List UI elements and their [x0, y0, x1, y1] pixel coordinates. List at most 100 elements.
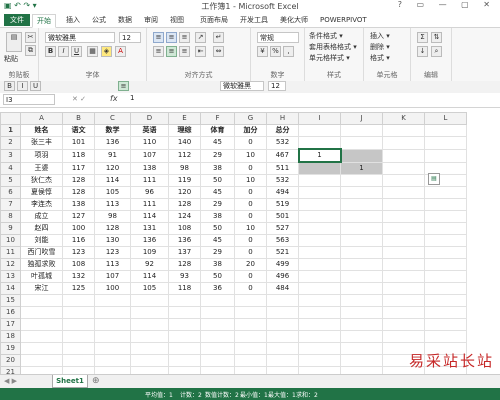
- cell[interactable]: 111: [130, 198, 169, 211]
- cell[interactable]: 110: [130, 136, 169, 150]
- cell[interactable]: [94, 318, 131, 331]
- tab-home[interactable]: 开始: [32, 14, 56, 28]
- cell[interactable]: 467: [266, 148, 299, 163]
- copy-icon[interactable]: ⧉: [25, 45, 36, 56]
- cell[interactable]: 92: [130, 258, 169, 271]
- cell[interactable]: [234, 342, 267, 355]
- cell[interactable]: [382, 234, 425, 247]
- cell[interactable]: [424, 222, 467, 235]
- cell[interactable]: [20, 318, 63, 331]
- column-header[interactable]: F: [200, 112, 235, 125]
- cell[interactable]: [200, 354, 235, 367]
- row-header[interactable]: 12: [0, 258, 21, 271]
- row-header[interactable]: 10: [0, 234, 21, 247]
- cell[interactable]: [130, 294, 169, 307]
- cell[interactable]: 113: [94, 258, 131, 271]
- cell[interactable]: [340, 246, 383, 259]
- cell[interactable]: 10: [234, 174, 267, 187]
- cell[interactable]: 521: [266, 246, 299, 259]
- cell[interactable]: [424, 318, 467, 331]
- cell[interactable]: 29: [200, 198, 235, 211]
- cell[interactable]: [20, 366, 63, 374]
- format-font-select[interactable]: 微软雅黑: [220, 81, 264, 91]
- bold-icon[interactable]: B: [45, 46, 56, 57]
- cell[interactable]: [424, 210, 467, 223]
- cell[interactable]: 496: [266, 270, 299, 283]
- formula-input[interactable]: 1: [130, 94, 134, 102]
- font-color-icon[interactable]: A: [115, 46, 126, 57]
- cell[interactable]: 成立: [20, 210, 63, 223]
- cell[interactable]: [298, 136, 341, 150]
- cell[interactable]: 10: [234, 148, 267, 163]
- cell[interactable]: [340, 148, 383, 163]
- underline-icon[interactable]: U: [71, 46, 82, 57]
- column-header[interactable]: H: [266, 112, 299, 125]
- cell[interactable]: 108: [168, 222, 201, 235]
- cell[interactable]: [130, 354, 169, 367]
- cell[interactable]: 128: [62, 186, 95, 199]
- column-header[interactable]: J: [340, 112, 383, 125]
- row-header[interactable]: 15: [0, 294, 21, 307]
- cell[interactable]: [382, 222, 425, 235]
- cell[interactable]: [382, 318, 425, 331]
- cell[interactable]: [200, 306, 235, 319]
- cell[interactable]: 西门吹雪: [20, 246, 63, 259]
- add-sheet-icon[interactable]: ⊕: [92, 376, 100, 386]
- cell[interactable]: 108: [62, 258, 95, 271]
- cell[interactable]: 123: [62, 246, 95, 259]
- cell[interactable]: [340, 342, 383, 355]
- align-right-icon[interactable]: ≡: [179, 46, 190, 57]
- cell[interactable]: 狄仁杰: [20, 174, 63, 187]
- cell[interactable]: 29: [200, 246, 235, 259]
- cell[interactable]: [340, 210, 383, 223]
- cell[interactable]: 114: [130, 270, 169, 283]
- row-header[interactable]: 20: [0, 354, 21, 367]
- cell[interactable]: [340, 282, 383, 295]
- cell[interactable]: 91: [94, 148, 131, 163]
- cell[interactable]: 125: [62, 282, 95, 295]
- cell[interactable]: [382, 136, 425, 150]
- cell[interactable]: 132: [62, 270, 95, 283]
- cell[interactable]: 赵四: [20, 222, 63, 235]
- cell[interactable]: [382, 306, 425, 319]
- cell[interactable]: [266, 330, 299, 343]
- cell[interactable]: [298, 366, 341, 374]
- cell[interactable]: [340, 270, 383, 283]
- cell[interactable]: [382, 161, 425, 175]
- cancel-enter-icons[interactable]: ✕ ✓: [72, 95, 86, 103]
- border-icon[interactable]: ▦: [87, 46, 98, 57]
- cell[interactable]: 112: [168, 148, 201, 163]
- format-as-table-button[interactable]: 套用表格格式 ▾: [309, 42, 357, 52]
- tab-page-layout[interactable]: 页面布局: [196, 14, 232, 26]
- cell[interactable]: 105: [94, 186, 131, 199]
- cell[interactable]: 499: [266, 258, 299, 271]
- cell[interactable]: 20: [234, 258, 267, 271]
- column-header[interactable]: D: [130, 112, 169, 125]
- cell[interactable]: [340, 306, 383, 319]
- cell[interactable]: [234, 366, 267, 374]
- orientation-icon[interactable]: ↗: [195, 32, 206, 43]
- cell[interactable]: 116: [62, 234, 95, 247]
- cell[interactable]: [298, 354, 341, 367]
- cell[interactable]: [298, 294, 341, 307]
- cell[interactable]: [424, 186, 467, 199]
- cell[interactable]: [168, 342, 201, 355]
- delete-cells-button[interactable]: 删除 ▾: [370, 42, 390, 52]
- cell[interactable]: [298, 161, 341, 175]
- cell[interactable]: [382, 258, 425, 271]
- cell[interactable]: [298, 234, 341, 247]
- column-header[interactable]: K: [382, 112, 425, 125]
- cell[interactable]: 独孤求败: [20, 258, 63, 271]
- decrease-indent-icon[interactable]: ⇤: [195, 46, 206, 57]
- align-top-icon[interactable]: ≡: [153, 32, 164, 43]
- cell[interactable]: 484: [266, 282, 299, 295]
- cell[interactable]: 96: [130, 186, 169, 199]
- cell[interactable]: 117: [62, 161, 95, 175]
- cell[interactable]: 英语: [130, 124, 169, 137]
- sort-filter-icon[interactable]: ⇅: [431, 32, 442, 43]
- cell[interactable]: [298, 222, 341, 235]
- cell[interactable]: 107: [130, 148, 169, 163]
- align-center-icon[interactable]: ≡: [118, 81, 129, 91]
- column-header[interactable]: A: [20, 112, 63, 125]
- cell[interactable]: [298, 124, 341, 137]
